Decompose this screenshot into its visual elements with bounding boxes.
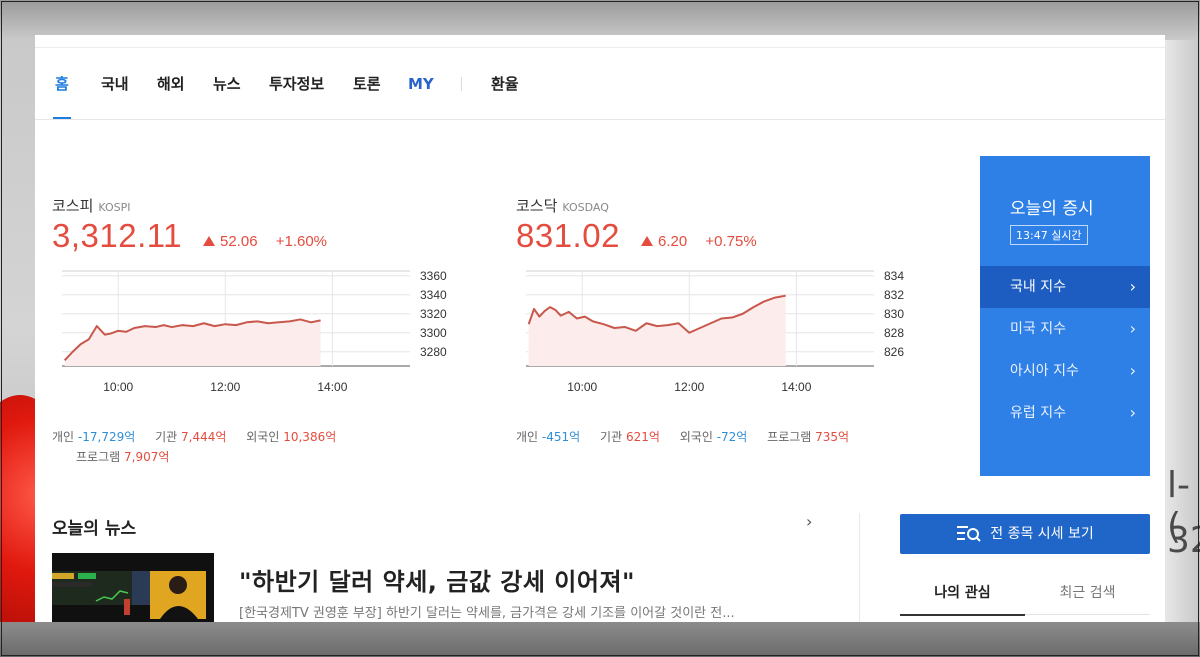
- kospi-x-tick-label: 10:00: [103, 380, 133, 394]
- kospi-chart: 3280 3300 3320 3340 3360 10:00 12:00 14:00: [62, 269, 447, 394]
- kosdaq-x-tick-label: 12:00: [674, 380, 704, 394]
- kosdaq-name[interactable]: 코스닥 KOSDAQ: [516, 195, 609, 216]
- kospi-individual-value: -17,729억: [77, 430, 136, 444]
- top-divider: [35, 47, 1165, 48]
- kosdaq-y-tick-label: 834: [884, 269, 904, 283]
- nav-tab-my[interactable]: MY: [408, 75, 434, 119]
- news-headline[interactable]: "하반기 달러 약세, 금값 강세 이어져": [239, 562, 635, 597]
- kospi-code: KOSPI: [98, 201, 131, 214]
- kosdaq-individual-label: 개인: [516, 430, 539, 444]
- nav-tab-domestic[interactable]: 국내: [101, 75, 129, 119]
- kospi-investors: 개인 -17,729억 기관 7,444억 외국인 10,386억 프로그램 7…: [52, 427, 382, 467]
- kospi-program-value: 7,907억: [124, 450, 170, 464]
- side-item-europe-index[interactable]: 유럽 지수 ›: [980, 392, 1150, 434]
- chevron-right-icon: ›: [1129, 403, 1136, 422]
- kosdaq-program-label: 프로그램: [767, 430, 812, 444]
- kosdaq-x-tick-label: 14:00: [781, 380, 811, 394]
- kospi-individual-label: 개인: [52, 430, 75, 444]
- main-nav: 홈 국내 해외 뉴스 투자정보 토론 MY 환율: [35, 65, 1165, 120]
- tab-my-interest[interactable]: 나의 관심: [900, 576, 1025, 616]
- kosdaq-y-tick-label: 828: [884, 326, 904, 340]
- kospi-change-pct: +1.60%: [275, 233, 328, 250]
- kospi-institution-value: 7,444억: [181, 430, 227, 444]
- nav-tab-invest-info[interactable]: 투자정보: [269, 75, 324, 119]
- news-more-chevron-icon[interactable]: ›: [806, 512, 812, 531]
- side-item-label: 아시아 지수: [1010, 363, 1079, 379]
- news-video-thumbnail: [52, 553, 214, 622]
- kospi-foreign-label: 외국인: [246, 430, 280, 444]
- chevron-right-icon: ›: [1129, 277, 1136, 296]
- today-news-title: 오늘의 뉴스: [52, 519, 137, 539]
- kosdaq-name-label: 코스닥: [516, 197, 558, 215]
- list-search-icon: [957, 526, 981, 542]
- kospi-y-tick-label: 3280: [420, 345, 447, 359]
- side-item-label: 미국 지수: [1010, 321, 1066, 337]
- chevron-right-icon: ›: [1129, 319, 1136, 338]
- kosdaq-y-tick-label: 832: [884, 288, 904, 302]
- background-text-line2: 32: [1167, 520, 1200, 561]
- nav-tab-home[interactable]: 홈: [53, 75, 71, 119]
- kospi-value: 3,312.11: [52, 217, 183, 254]
- side-item-label: 국내 지수: [1010, 279, 1066, 295]
- kospi-y-tick-label: 3340: [420, 288, 447, 302]
- today-market-panel: 오늘의 증시 13:47 실시간 국내 지수 › 미국 지수 › 아시아 지수 › 유…: [980, 156, 1150, 476]
- bottom-backdrop: [0, 622, 1200, 657]
- kosdaq-institution-value: 621억: [625, 430, 660, 444]
- kosdaq-y-tick-label: 830: [884, 307, 904, 321]
- realtime-badge: 13:47 실시간: [1010, 225, 1088, 245]
- kosdaq-change: 6.20 +0.75%: [641, 233, 757, 250]
- side-item-asia-index[interactable]: 아시아 지수 ›: [980, 350, 1150, 392]
- kosdaq-x-tick-label: 10:00: [567, 380, 597, 394]
- kosdaq-code: KOSDAQ: [562, 201, 609, 214]
- background-text-edge: l-( 32: [1165, 40, 1200, 630]
- nav-tab-news[interactable]: 뉴스: [213, 75, 241, 119]
- kosdaq-change-value: 6.20: [658, 233, 688, 250]
- today-market-title: 오늘의 증시: [1010, 199, 1094, 219]
- kospi-name[interactable]: 코스피 KOSPI: [52, 195, 131, 216]
- up-arrow-icon: [203, 236, 215, 246]
- kospi-y-tick-label: 3300: [420, 326, 447, 340]
- kospi-change-value: 52.06: [220, 233, 258, 250]
- all-stocks-price-button[interactable]: 전 종목 시세 보기: [900, 514, 1150, 554]
- monitor-screen: 홈 국내 해외 뉴스 투자정보 토론 MY 환율 코스피 KOSPI 3,312.…: [35, 35, 1165, 622]
- kosdaq-institution-label: 기관: [600, 430, 623, 444]
- kospi-x-tick-label: 14:00: [317, 380, 347, 394]
- kospi-foreign-value: 10,386억: [283, 430, 337, 444]
- kospi-x-tick-label: 12:00: [210, 380, 240, 394]
- kospi-y-tick-label: 3320: [420, 307, 447, 321]
- kosdaq-y-tick-label: 826: [884, 345, 904, 359]
- up-arrow-icon: [641, 236, 653, 246]
- tab-recent-search[interactable]: 최근 검색: [1025, 576, 1150, 615]
- news-snippet: [한국경제TV 권영훈 부장] 하반기 달러는 약세를, 금가격은 강세 기조를…: [239, 606, 735, 621]
- kosdaq-foreign-label: 외국인: [679, 430, 713, 444]
- news-divider: [859, 513, 860, 622]
- side-item-domestic-index[interactable]: 국내 지수 ›: [980, 266, 1150, 308]
- kosdaq-area: [528, 295, 786, 366]
- kosdaq-change-pct: +0.75%: [705, 233, 757, 250]
- kosdaq-value: 831.02: [516, 217, 620, 254]
- nav-tab-discussion[interactable]: 토론: [353, 75, 381, 119]
- kosdaq-investors: 개인 -451억 기관 621억 외국인 -72억 프로그램 735억: [516, 427, 896, 447]
- kospi-name-label: 코스피: [52, 197, 94, 215]
- kosdaq-chart: 826 828 830 832 834 10:00 12:00 14:00: [526, 269, 904, 394]
- chevron-right-icon: ›: [1129, 361, 1136, 380]
- kospi-program-label: 프로그램: [76, 450, 121, 464]
- all-stocks-label: 전 종목 시세 보기: [990, 526, 1094, 542]
- news-thumbnail[interactable]: [52, 553, 214, 622]
- kosdaq-program-value: 735억: [815, 430, 850, 444]
- side-item-label: 유럽 지수: [1010, 405, 1066, 421]
- nav-tab-overseas[interactable]: 해외: [157, 75, 185, 119]
- kospi-change: 52.06 +1.60%: [203, 233, 327, 250]
- kosdaq-foreign-value: -72억: [716, 430, 748, 444]
- kospi-institution-label: 기관: [155, 430, 178, 444]
- kospi-y-tick-label: 3360: [420, 269, 447, 283]
- nav-tab-exchange-rate[interactable]: 환율: [491, 75, 519, 119]
- side-item-us-index[interactable]: 미국 지수 ›: [980, 308, 1150, 350]
- kosdaq-individual-value: -451억: [541, 430, 581, 444]
- nav-divider: [461, 77, 462, 91]
